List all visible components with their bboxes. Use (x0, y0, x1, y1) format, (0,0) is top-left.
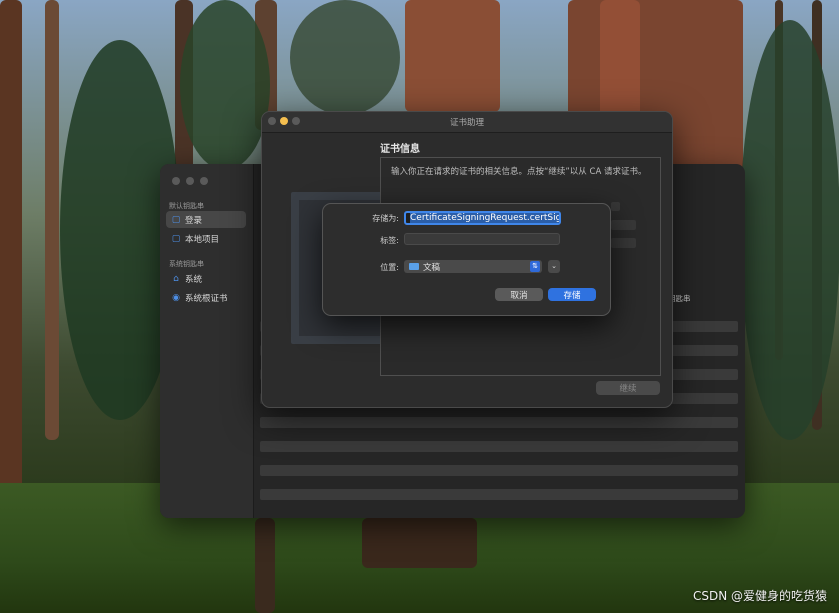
table-row[interactable] (260, 441, 738, 452)
title-bar: 证书助理 (262, 112, 672, 133)
chevron-down-icon: ⌄ (551, 262, 557, 270)
save-button[interactable]: 存储 (548, 288, 596, 301)
sidebar-item-system[interactable]: ⌂ 系统 (166, 270, 246, 287)
location-label: 位置: (380, 263, 399, 272)
save-as-label: 存储为: (372, 214, 399, 223)
close-button[interactable] (172, 177, 180, 185)
table-row[interactable] (260, 417, 738, 428)
location-value: 文稿 (423, 262, 441, 273)
tags-label: 标签: (380, 236, 399, 245)
input-field[interactable] (611, 220, 636, 230)
keychain-icon: ▢ (171, 233, 181, 244)
save-dialog: 存储为: CertificateSigningRequest.certSigni… (322, 203, 611, 316)
sidebar-item-system-roots[interactable]: ◉ 系统根证书 (166, 289, 246, 306)
sidebar-item-login[interactable]: ▢ 登录 (166, 211, 246, 228)
cancel-button[interactable]: 取消 (495, 288, 543, 301)
tags-field[interactable] (404, 233, 560, 245)
sidebar-item-local-items[interactable]: ▢ 本地项目 (166, 230, 246, 247)
table-row[interactable] (260, 465, 738, 476)
section-system-keychains: 系统钥匙串 (169, 260, 204, 268)
sidebar-item-label: 登录 (185, 215, 203, 226)
window-title: 证书助理 (449, 118, 484, 128)
zoom-button[interactable] (200, 177, 208, 185)
description-text: 输入你正在请求的证书的相关信息。点按“继续”以从 CA 请求证书。 (391, 167, 647, 177)
sidebar-item-label: 本地项目 (185, 234, 220, 245)
lock-icon: ⌂ (173, 273, 179, 284)
continue-button[interactable]: 继续 (596, 381, 660, 395)
section-default-keychains: 默认钥匙串 (169, 202, 204, 210)
keychain-icon: ▢ (171, 214, 181, 225)
watermark: CSDN @爱健身的吃货猿 (692, 589, 827, 603)
popup-button[interactable] (611, 202, 620, 211)
save-as-field[interactable]: CertificateSigningRequest.certSigni (404, 211, 561, 225)
input-field[interactable] (611, 238, 636, 248)
location-select[interactable]: 文稿 ⇅ (404, 260, 542, 273)
table-row[interactable] (260, 489, 738, 500)
filename-selection: CertificateSigningRequest.certSigni (410, 213, 559, 223)
expand-button[interactable]: ⌄ (548, 260, 560, 273)
keychain-sidebar: 默认钥匙串 ▢ 登录 ▢ 本地项目 系统钥匙串 ⌂ 系统 ◉ 系统根证书 (160, 164, 254, 518)
sidebar-item-label: 系统根证书 (185, 293, 228, 304)
minimize-button[interactable] (186, 177, 194, 185)
certificate-icon: ◉ (172, 292, 180, 303)
sidebar-item-label: 系统 (185, 274, 203, 285)
folder-icon (409, 263, 419, 270)
section-heading: 证书信息 (380, 144, 420, 155)
chevron-updown-icon: ⇅ (530, 261, 540, 272)
